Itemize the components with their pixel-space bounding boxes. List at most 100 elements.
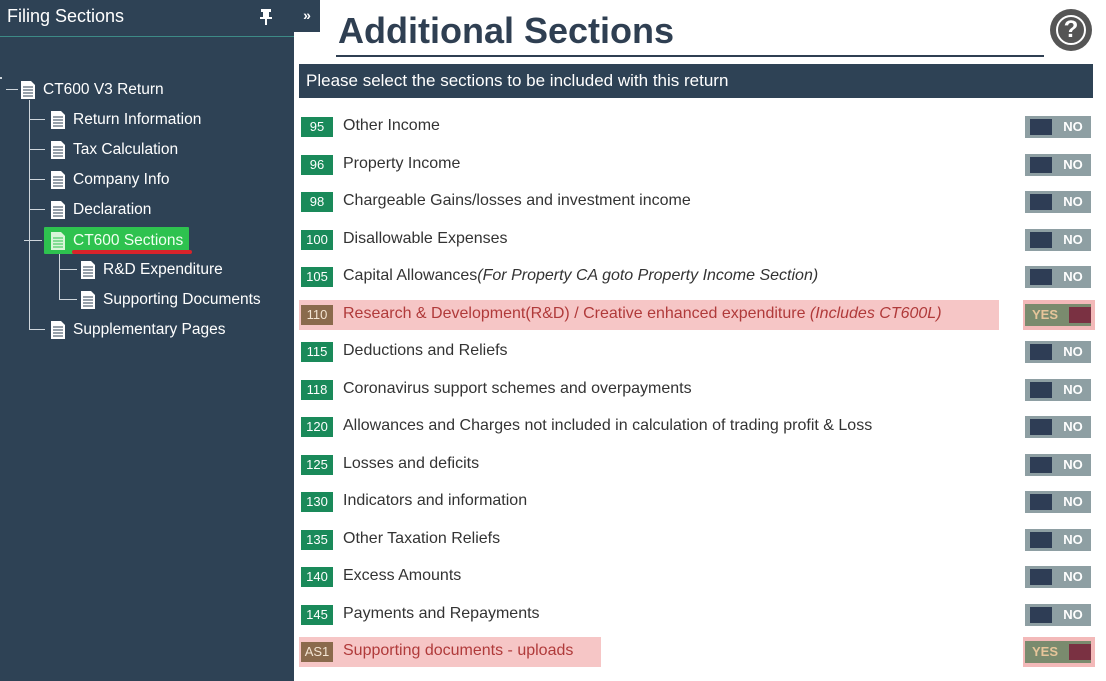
tree-item-label: CT600 Sections [73, 231, 184, 249]
section-code: 100 [301, 229, 333, 250]
section-row: 120 Allowances and Charges not included i… [299, 412, 1099, 442]
section-code: 98 [301, 192, 333, 212]
toggle-knob [1030, 156, 1052, 173]
section-toggle[interactable]: NO [1025, 341, 1091, 363]
section-toggle-wrap: NO [1023, 375, 1095, 405]
tree-item-rd-expenditure[interactable]: R&D Expenditure [80, 258, 223, 282]
toggle-value: NO [1063, 569, 1083, 584]
section-code: 115 [301, 342, 333, 362]
tree-item-supporting-documents[interactable]: Supporting Documents [80, 288, 261, 312]
document-icon [51, 231, 65, 250]
section-toggle-wrap: NO [1023, 262, 1095, 292]
document-icon [51, 141, 65, 159]
section-toggle[interactable]: NO [1025, 228, 1091, 251]
section-toggle[interactable]: NO [1025, 491, 1091, 513]
section-code: 125 [301, 454, 333, 475]
section-row: 110 Research & Development(R&D) / Creativ… [299, 299, 1099, 330]
section-toggle-wrap: NO [1023, 187, 1095, 217]
section-title: Payments and Repayments [343, 604, 540, 622]
tree-root-ct600-v3-return[interactable]: CT600 V3 Return [20, 78, 164, 102]
section-row: 145 Payments and Repayments NO [299, 600, 1099, 630]
toggle-value: NO [1063, 419, 1083, 434]
toggle-value: NO [1063, 119, 1083, 134]
section-toggle[interactable]: NO [1025, 266, 1091, 288]
tree-item-declaration[interactable]: Declaration [50, 198, 151, 222]
section-label: Deductions and Reliefs [343, 342, 508, 360]
help-button[interactable]: ? [1050, 9, 1092, 51]
section-code: 145 [301, 604, 333, 625]
section-row: AS1 Supporting documents - uploads YES [299, 637, 1099, 667]
section-toggle[interactable]: NO [1025, 191, 1091, 213]
collapse-sidebar-button[interactable]: » [294, 0, 320, 32]
section-code: 96 [301, 154, 333, 175]
tree-item-tax-calculation[interactable]: Tax Calculation [50, 138, 178, 162]
section-toggle[interactable]: NO [1025, 453, 1091, 476]
section-toggle-wrap: NO [1023, 112, 1095, 142]
section-toggle[interactable]: YES [1025, 641, 1091, 663]
section-code: AS1 [301, 642, 333, 662]
section-title: Property Income [343, 154, 461, 172]
section-title: Allowances and Charges not included in c… [343, 417, 873, 434]
toggle-value: NO [1063, 231, 1083, 247]
section-title: Other Taxation Reliefs [343, 529, 501, 547]
toggle-value: NO [1063, 156, 1083, 172]
toggle-knob [1030, 606, 1052, 623]
tree-item-label: Supplementary Pages [73, 321, 226, 338]
section-label: Losses and deficits [343, 455, 479, 473]
toggle-value: YES [1031, 644, 1058, 659]
tree-item-supplementary-pages[interactable]: Supplementary Pages [50, 318, 226, 342]
section-note: (Includes CT600L) [809, 304, 942, 322]
tree-item-label: Declaration [73, 201, 152, 218]
section-toggle-wrap: YES [1023, 637, 1095, 667]
section-note: (For Property CA goto Property Income Se… [477, 267, 819, 284]
toggle-value: NO [1063, 531, 1083, 547]
toggle-knob [1069, 306, 1091, 323]
section-title: Supporting documents - uploads [343, 642, 574, 659]
tree-item-return-information[interactable]: Return Information [50, 108, 201, 132]
section-toggle[interactable]: NO [1025, 153, 1091, 176]
section-toggle[interactable]: NO [1025, 378, 1091, 401]
selected-underline [72, 250, 192, 254]
toggle-value: NO [1063, 269, 1083, 284]
document-icon [81, 261, 95, 279]
section-label: Chargeable Gains/losses and investment i… [343, 192, 691, 210]
toggle-knob [1030, 269, 1052, 285]
toggle-value: NO [1063, 344, 1083, 359]
tree-item-label: R&D Expenditure [103, 261, 223, 278]
document-icon [51, 321, 65, 339]
pin-icon[interactable] [259, 8, 273, 26]
section-toggle[interactable]: NO [1025, 528, 1091, 551]
sidebar-title: Filing Sections [7, 6, 125, 26]
section-toggle[interactable]: NO [1025, 416, 1091, 438]
section-toggle-wrap: YES [1023, 299, 1095, 330]
section-toggle-wrap: NO [1023, 450, 1095, 480]
page-title: Additional Sections [338, 10, 675, 51]
tree-item-company-info[interactable]: Company Info [50, 168, 170, 192]
section-toggle[interactable]: YES [1025, 303, 1091, 326]
help-label: ? [1063, 16, 1079, 43]
document-icon [51, 111, 65, 129]
section-toggle[interactable]: NO [1025, 603, 1091, 626]
section-code: 118 [301, 379, 333, 400]
filing-sections-sidebar: Filing Sections CT600 V3 Return Return I… [0, 0, 294, 681]
toggle-knob [1030, 194, 1052, 210]
section-row: 95 Other Income NO [299, 112, 1099, 142]
section-title: Chargeable Gains/losses and investment i… [343, 192, 691, 209]
tree-item-label: Supporting Documents [103, 291, 261, 308]
toggle-knob [1030, 231, 1052, 248]
section-code: 110 [301, 304, 333, 325]
section-toggle-wrap: NO [1023, 337, 1095, 367]
section-label: Supporting documents - uploads [343, 642, 573, 660]
sidebar-header: Filing Sections [0, 0, 294, 37]
section-toggle[interactable]: NO [1025, 116, 1091, 138]
toggle-value: NO [1063, 606, 1083, 622]
toggle-knob [1030, 569, 1052, 585]
document-icon [21, 81, 35, 99]
toggle-knob [1030, 419, 1052, 435]
toggle-value: NO [1063, 381, 1083, 397]
section-label: Payments and Repayments [343, 605, 540, 623]
toggle-knob [1030, 456, 1052, 473]
section-toggle[interactable]: NO [1025, 566, 1091, 588]
section-title: Research & Development(R&D) / Creative e… [343, 304, 810, 322]
section-toggle-wrap: NO [1023, 487, 1095, 517]
